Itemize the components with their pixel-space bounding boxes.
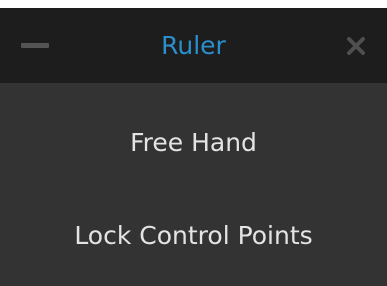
lock-control-points-option[interactable]: Lock Control Points: [0, 220, 387, 252]
panel-titlebar: Ruler: [0, 8, 387, 83]
panel-title: Ruler: [161, 31, 226, 60]
minimize-icon[interactable]: [21, 43, 49, 48]
free-hand-option[interactable]: Free Hand: [0, 127, 387, 159]
ruler-panel: Ruler Free Hand Lock Control Points: [0, 8, 387, 286]
close-icon[interactable]: [344, 34, 368, 58]
